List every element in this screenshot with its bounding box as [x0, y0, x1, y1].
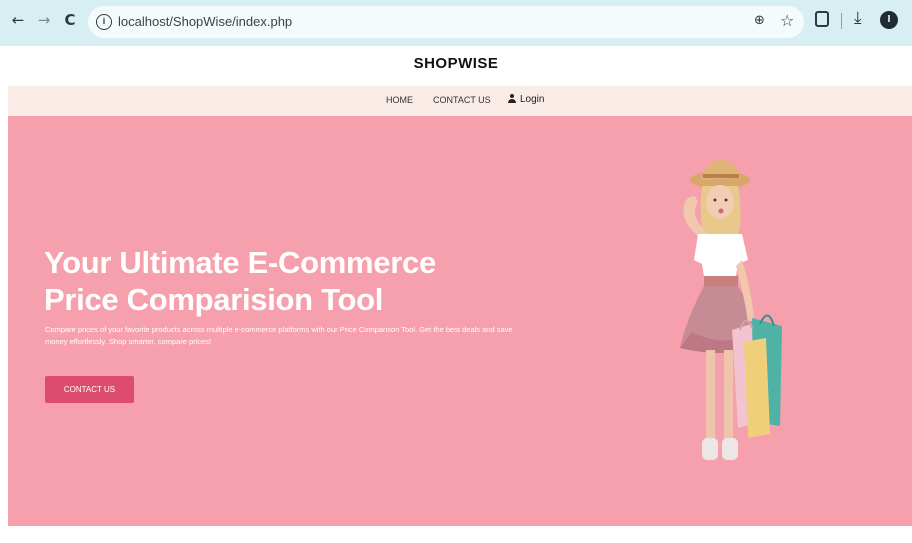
download-icon[interactable]: ⤓ — [854, 8, 862, 28]
user-icon — [508, 94, 516, 103]
url-text[interactable]: localhost/ShopWise/index.php — [118, 14, 292, 29]
hero-contact-button[interactable]: CONTACT US — [45, 376, 134, 403]
hero-description: Compare prices of your favorite products… — [45, 325, 513, 346]
toolbar-divider — [841, 13, 842, 29]
footer-strip — [0, 526, 912, 543]
extensions-icon[interactable] — [815, 11, 829, 27]
hero-title-line-2: Price Comparision Tool — [44, 282, 384, 317]
reload-button[interactable]: C — [60, 10, 80, 30]
bookmark-star-icon[interactable]: ☆ — [780, 11, 794, 30]
site-info-icon[interactable]: i — [96, 14, 112, 30]
profile-avatar-icon[interactable]: I — [880, 11, 898, 29]
forward-button[interactable]: → — [34, 10, 54, 30]
nav-login-link[interactable]: Login — [508, 94, 544, 105]
back-button[interactable]: ← — [8, 10, 28, 30]
hero-title-line-1: Your Ultimate E-Commerce — [44, 245, 436, 280]
site-brand[interactable]: SHOPWISE — [0, 55, 912, 72]
nav-home-link[interactable]: HOME — [386, 95, 413, 105]
nav-contact-link[interactable]: CONTACT US — [433, 95, 491, 105]
zoom-icon[interactable]: ⊕ — [754, 13, 765, 28]
girl-shopping-image — [680, 160, 782, 460]
hero-banner: Your Ultimate E-Commerce Price Comparisi… — [8, 116, 912, 526]
address-bar[interactable]: i localhost/ShopWise/index.php ⊕ ☆ — [88, 6, 804, 38]
main-nav: HOME CONTACT US Login — [8, 86, 912, 116]
browser-toolbar: ← → C i localhost/ShopWise/index.php ⊕ ☆… — [0, 0, 912, 46]
hero-title: Your Ultimate E-Commerce Price Comparisi… — [44, 244, 564, 318]
login-label: Login — [520, 94, 545, 105]
